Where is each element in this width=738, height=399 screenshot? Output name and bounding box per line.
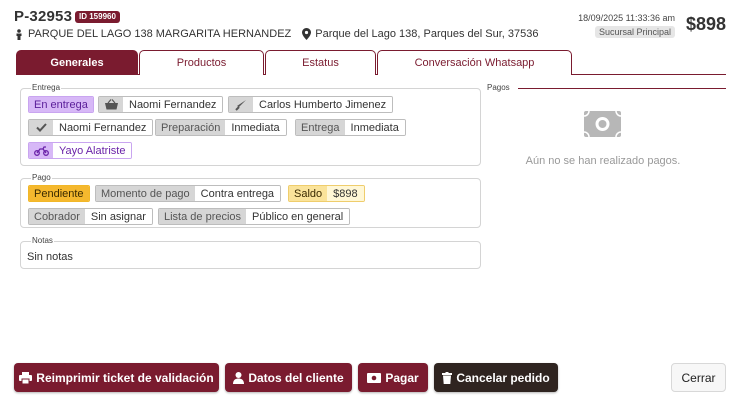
payment-status-badge: Pendiente xyxy=(28,185,90,202)
reprint-ticket-button[interactable]: Reimprimir ticket de validación xyxy=(14,363,219,392)
notes-text: Sin notas xyxy=(27,251,73,263)
preparer-chip: Carlos Humberto Jimenez xyxy=(228,96,394,113)
pago-legend: Pago xyxy=(31,173,52,183)
no-payments-message: Aún no se han realizado pagos. xyxy=(525,155,681,167)
money-bill-icon xyxy=(583,110,622,138)
customer-address: PARQUE DEL LAGO 138 MARGARITA HERNANDEZ xyxy=(28,28,292,40)
order-datetime: 18/09/2025 11:33:36 am xyxy=(578,13,675,23)
check-icon xyxy=(29,120,53,135)
delivery-time-chip: Entrega Inmediata xyxy=(295,119,406,136)
address-line: PARQUE DEL LAGO 138 MARGARITA HERNANDEZ … xyxy=(14,28,538,40)
entrega-legend: Entrega xyxy=(31,83,62,93)
notas-section: Notas Sin notas xyxy=(20,236,481,269)
tab-generales[interactable]: Generales xyxy=(16,50,138,75)
tab-estatus[interactable]: Estatus xyxy=(265,50,376,75)
knife-icon xyxy=(229,97,253,112)
pagos-title: Pagos xyxy=(487,83,510,92)
tab-bar: Generales Productos Estatus Conversación… xyxy=(16,50,726,75)
basket-icon xyxy=(99,97,123,112)
person-icon xyxy=(14,28,24,40)
delivery-status-badge: En entrega xyxy=(28,96,94,113)
close-button[interactable]: Cerrar xyxy=(671,363,726,392)
checker-chip: Naomi Fernandez xyxy=(28,119,154,136)
money-icon xyxy=(367,372,382,383)
cancel-order-button[interactable]: Cancelar pedido xyxy=(434,363,558,392)
tab-productos[interactable]: Productos xyxy=(139,50,264,75)
payment-moment-chip: Momento de pago Contra entrega xyxy=(95,185,282,202)
pago-section: Pago Pendiente Momento de pago Contra en… xyxy=(20,173,481,228)
notas-legend: Notas xyxy=(31,236,54,246)
tab-conversacion-whatsapp[interactable]: Conversación Whatsapp xyxy=(377,50,572,75)
seller-chip: Naomi Fernandez xyxy=(98,96,224,113)
pagos-divider xyxy=(518,88,726,89)
location-pin-icon xyxy=(301,28,311,40)
price-list-chip: Lista de precios Público en general xyxy=(158,208,351,225)
branch-badge: Sucursal Principal xyxy=(594,26,675,38)
balance-chip: Saldo $898 xyxy=(288,185,365,202)
id-badge: ID 159960 xyxy=(75,11,120,23)
user-icon xyxy=(233,371,245,384)
preparation-time-chip: Preparación Inmediata xyxy=(155,119,287,136)
entrega-section: Entrega En entrega Naomi Fernandez Carlo… xyxy=(20,83,481,166)
motorcycle-icon xyxy=(29,143,53,158)
client-data-button[interactable]: Datos del cliente xyxy=(225,363,352,392)
order-header: P-32953 ID 159960 PARQUE DEL LAGO 138 MA… xyxy=(14,8,726,44)
pay-button[interactable]: Pagar xyxy=(358,363,428,392)
order-total: $898 xyxy=(685,14,726,34)
printer-icon xyxy=(19,371,33,384)
driver-chip: Yayo Alatriste xyxy=(28,142,133,159)
delivery-location: Parque del Lago 138, Parques del Sur, 37… xyxy=(315,28,539,40)
trash-icon xyxy=(442,371,453,384)
order-id: P-32953 xyxy=(14,8,73,25)
collector-chip: Cobrador Sin asignar xyxy=(28,208,153,225)
